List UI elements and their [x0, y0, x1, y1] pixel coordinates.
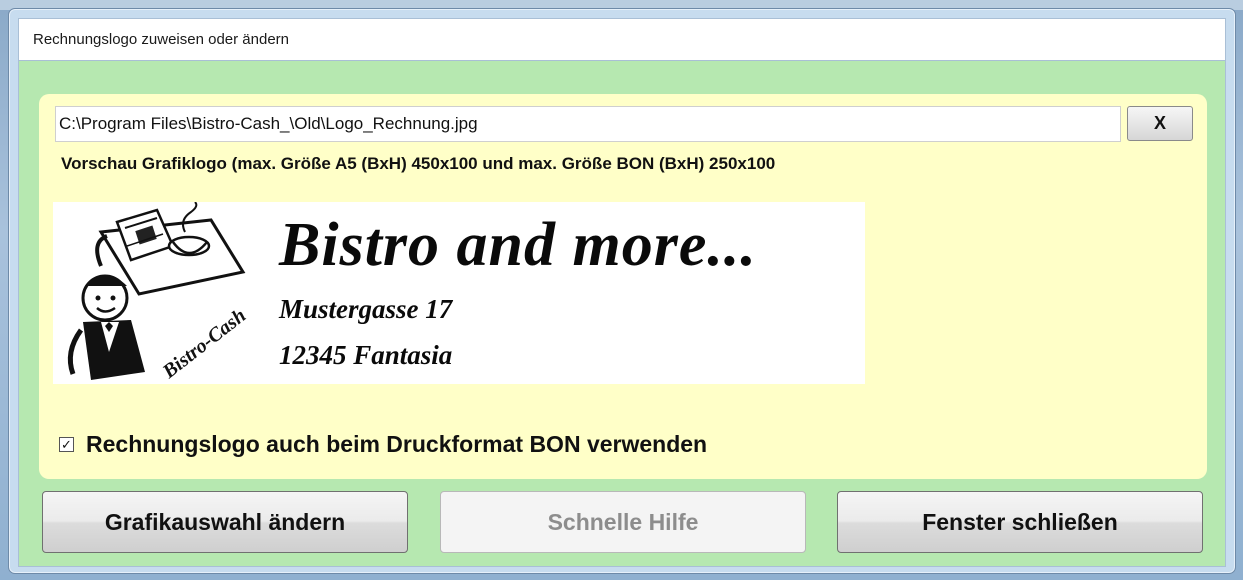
dialog-window: Rechnungslogo zuweisen oder ändern X Vor… — [8, 8, 1236, 574]
dialog-client-area: X Vorschau Grafiklogo (max. Größe A5 (Bx… — [18, 60, 1226, 567]
change-graphic-button[interactable]: Grafikauswahl ändern — [42, 491, 408, 553]
clear-path-button[interactable]: X — [1127, 106, 1193, 141]
use-on-bon-label: Rechnungslogo auch beim Druckformat BON … — [86, 431, 708, 457]
use-on-bon-checkbox[interactable]: ✓ — [59, 437, 74, 452]
logo-path-field[interactable] — [55, 106, 1121, 142]
close-window-button[interactable]: Fenster schließen — [837, 491, 1203, 553]
logo-city: 12345 Fantasia — [279, 340, 453, 370]
preview-label: Vorschau Grafiklogo (max. Größe A5 (BxH)… — [61, 154, 776, 173]
logo-settings-panel: X Vorschau Grafiklogo (max. Größe A5 (Bx… — [39, 94, 1207, 479]
waiter-logo-icon: Bistro-Cash — [67, 202, 250, 384]
quick-help-button[interactable]: Schnelle Hilfe — [440, 491, 806, 553]
window-title: Rechnungslogo zuweisen oder ändern — [33, 31, 290, 48]
logo-title: Bistro and more... — [279, 211, 757, 279]
logo-preview: Bistro-Cash Bistro and more... Mustergas… — [53, 202, 865, 384]
logo-street: Mustergasse 17 — [279, 294, 453, 324]
brand-text: Bistro-Cash — [158, 305, 250, 384]
title-bar: Rechnungslogo zuweisen oder ändern — [18, 18, 1226, 60]
use-on-bon-option[interactable]: ✓ Rechnungslogo auch beim Druckformat BO… — [59, 431, 707, 458]
